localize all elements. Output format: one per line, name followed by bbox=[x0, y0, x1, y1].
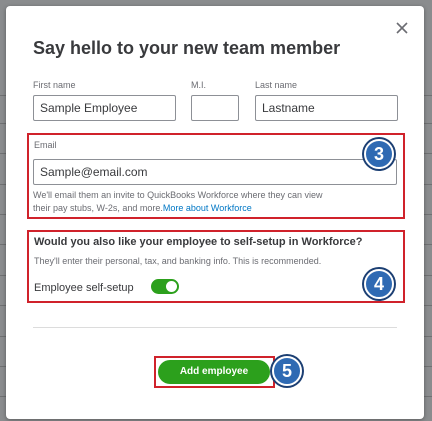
first-name-label: First name bbox=[33, 80, 76, 90]
step-5-badge: 5 bbox=[272, 356, 302, 386]
last-name-field[interactable] bbox=[255, 95, 398, 121]
footer-divider bbox=[33, 327, 397, 328]
step-4-badge: 4 bbox=[364, 269, 394, 299]
step-3-badge: 3 bbox=[364, 139, 394, 169]
dialog-title: Say hello to your new team member bbox=[33, 38, 341, 58]
self-setup-description: They'll enter their personal, tax, and b… bbox=[34, 256, 322, 266]
toggle-knob bbox=[166, 281, 177, 292]
email-help-line1: We'll email them an invite to QuickBooks… bbox=[33, 190, 323, 200]
close-icon[interactable] bbox=[394, 20, 410, 36]
add-employee-dialog: Say hello to your new team member First … bbox=[6, 6, 424, 419]
first-name-field[interactable] bbox=[33, 95, 176, 121]
last-name-label: Last name bbox=[255, 80, 298, 90]
self-setup-toggle[interactable] bbox=[151, 279, 179, 294]
self-setup-toggle-label: Employee self-setup bbox=[34, 282, 134, 294]
middle-initial-field[interactable] bbox=[191, 95, 239, 121]
more-about-workforce-link[interactable]: More about Workforce bbox=[163, 203, 252, 213]
email-field[interactable] bbox=[33, 159, 397, 185]
middle-initial-label: M.I. bbox=[191, 80, 206, 90]
self-setup-question: Would you also like your employee to sel… bbox=[34, 236, 363, 248]
email-help-text: We'll email them an invite to QuickBooks… bbox=[33, 189, 397, 215]
add-employee-button[interactable]: Add employee bbox=[158, 360, 270, 384]
email-label: Email bbox=[34, 140, 57, 150]
email-help-line2: their pay stubs, W-2s, and more. bbox=[33, 203, 163, 213]
